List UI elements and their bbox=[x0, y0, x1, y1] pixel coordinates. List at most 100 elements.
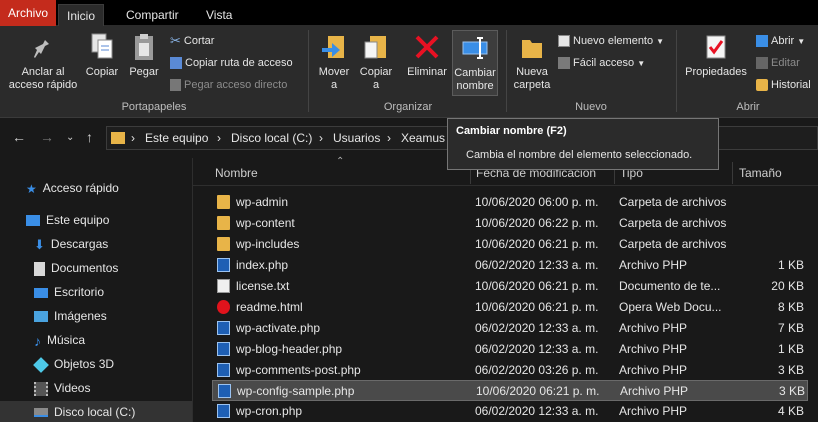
forward-arrow-icon[interactable]: → bbox=[40, 129, 54, 145]
navigation-pane: ★ Acceso rápido Este equipo ⬇ Descargas Do… bbox=[0, 158, 193, 422]
edit-button[interactable]: Editar bbox=[756, 54, 800, 72]
nav-label: Documentos bbox=[51, 261, 119, 275]
move-to-label: Mover a bbox=[318, 66, 350, 91]
file-row[interactable]: wp-admin 10/06/2020 06:00 p. m. Carpeta … bbox=[212, 192, 808, 213]
file-date: 06/02/2020 03:26 p. m. bbox=[475, 363, 599, 377]
file-name: wp-cron.php bbox=[236, 404, 303, 418]
file-row[interactable]: index.php 06/02/2020 12:33 a. m. Archivo… bbox=[212, 255, 808, 276]
easy-access-label: Fácil acceso bbox=[573, 57, 635, 69]
file-row[interactable]: wp-includes 10/06/2020 06:21 p. m. Carpe… bbox=[212, 234, 808, 255]
file-size: 3 KB bbox=[777, 363, 804, 377]
nav-item-disco-local[interactable]: Disco local (C:) bbox=[0, 401, 192, 422]
file-row[interactable]: wp-cron.php 06/02/2020 12:33 a. m. Archi… bbox=[212, 401, 808, 422]
column-divider[interactable] bbox=[732, 162, 733, 184]
ribbon-divider bbox=[308, 30, 309, 112]
new-item-icon bbox=[558, 35, 570, 48]
php-file-icon bbox=[217, 363, 230, 377]
tab-inicio[interactable]: Inicio bbox=[58, 4, 105, 26]
nav-item-documentos[interactable]: Documentos bbox=[34, 257, 118, 279]
nav-item-este-equipo[interactable]: Este equipo bbox=[26, 209, 109, 231]
cube-icon bbox=[33, 356, 49, 373]
file-date: 06/02/2020 12:33 a. m. bbox=[475, 342, 599, 356]
breadcrumb-este-equipo[interactable]: Este equipo bbox=[145, 131, 208, 145]
edit-label: Editar bbox=[771, 57, 800, 69]
file-type: Archivo PHP bbox=[619, 258, 688, 272]
ribbon-tabs: Archivo Inicio Compartir Vista bbox=[0, 0, 818, 26]
open-button[interactable]: Abrir ▼ bbox=[756, 32, 805, 50]
new-item-button[interactable]: Nuevo elemento ▼ bbox=[558, 32, 664, 50]
nav-item-escritorio[interactable]: Escritorio bbox=[34, 281, 104, 303]
tooltip-title: Cambiar nombre (F2) bbox=[456, 125, 567, 137]
file-row[interactable]: wp-blog-header.php 06/02/2020 12:33 a. m… bbox=[212, 339, 808, 360]
paste-label: Pegar bbox=[129, 66, 159, 78]
tab-compartir[interactable]: Compartir bbox=[118, 4, 187, 26]
breadcrumb-usuarios[interactable]: Usuarios bbox=[333, 131, 380, 145]
tab-vista[interactable]: Vista bbox=[198, 4, 240, 26]
tab-archivo[interactable]: Archivo bbox=[0, 0, 57, 26]
file-row[interactable]: license.txt 10/06/2020 06:21 p. m. Docum… bbox=[212, 276, 808, 297]
paste-button[interactable]: Pegar bbox=[126, 32, 162, 79]
edit-icon bbox=[756, 57, 768, 70]
file-row-selected[interactable]: wp-config-sample.php 10/06/2020 06:21 p.… bbox=[212, 380, 808, 401]
breadcrumb-separator-icon[interactable]: › bbox=[319, 131, 323, 145]
file-type: Opera Web Docu... bbox=[619, 300, 722, 314]
properties-icon bbox=[706, 35, 726, 59]
file-date: 10/06/2020 06:00 p. m. bbox=[475, 195, 599, 209]
properties-button[interactable]: Propiedades bbox=[682, 32, 750, 79]
file-date: 10/06/2020 06:22 p. m. bbox=[475, 216, 599, 230]
history-button[interactable]: Historial bbox=[756, 76, 811, 94]
nav-item-descargas[interactable]: ⬇ Descargas bbox=[34, 233, 108, 255]
file-size: 1 KB bbox=[777, 342, 804, 356]
nav-item-acceso-rapido[interactable]: ★ Acceso rápido bbox=[26, 177, 119, 199]
column-header-name[interactable]: Nombre bbox=[215, 166, 258, 180]
copy-to-button[interactable]: Copiar a bbox=[358, 32, 394, 92]
file-date: 06/02/2020 12:33 a. m. bbox=[475, 404, 599, 418]
column-header-size[interactable]: Tamaño bbox=[739, 166, 782, 180]
breadcrumb-xeamus[interactable]: Xeamus bbox=[401, 131, 445, 145]
rename-icon bbox=[462, 37, 488, 59]
pin-quick-access-button[interactable]: Anclar al acceso rápido bbox=[4, 32, 82, 92]
file-date: 06/02/2020 12:33 a. m. bbox=[475, 258, 599, 272]
copy-button[interactable]: Copiar bbox=[84, 32, 120, 79]
cut-button[interactable]: ✂ Cortar bbox=[170, 32, 214, 50]
breadcrumb-disco-local[interactable]: Disco local (C:) bbox=[231, 131, 312, 145]
nav-item-musica[interactable]: ♪ Música bbox=[34, 329, 85, 351]
new-folder-button[interactable]: Nueva carpeta bbox=[510, 32, 554, 92]
easy-access-button[interactable]: Fácil acceso ▼ bbox=[558, 54, 645, 72]
nav-item-imagenes[interactable]: Imágenes bbox=[34, 305, 107, 327]
copy-path-button[interactable]: Copiar ruta de acceso bbox=[170, 54, 293, 72]
music-icon: ♪ bbox=[34, 332, 41, 349]
recent-locations-chevron-icon[interactable]: ⌄ bbox=[66, 132, 74, 143]
file-size: 8 KB bbox=[777, 300, 804, 314]
file-date: 10/06/2020 06:21 p. m. bbox=[476, 384, 600, 398]
rename-label: Cambiar nombre bbox=[454, 67, 496, 92]
file-name: index.php bbox=[236, 258, 289, 272]
breadcrumb-separator-icon[interactable]: › bbox=[387, 131, 391, 145]
file-date: 10/06/2020 06:21 p. m. bbox=[475, 237, 599, 251]
breadcrumb-separator-icon[interactable]: › bbox=[217, 131, 221, 145]
nav-item-objetos-3d[interactable]: Objetos 3D bbox=[33, 353, 115, 375]
open-dropdown-icon: ▼ bbox=[797, 37, 806, 46]
paste-shortcut-button[interactable]: Pegar acceso directo bbox=[170, 76, 287, 94]
folder-icon bbox=[217, 237, 230, 251]
copy-path-icon bbox=[170, 57, 182, 70]
new-folder-icon bbox=[522, 40, 542, 58]
file-row[interactable]: readme.html 10/06/2020 06:21 p. m. Opera… bbox=[212, 297, 808, 318]
file-name: wp-config-sample.php bbox=[237, 384, 355, 398]
file-row[interactable]: wp-activate.php 06/02/2020 12:33 a. m. A… bbox=[212, 318, 808, 339]
rename-button[interactable]: Cambiar nombre bbox=[452, 30, 498, 96]
address-folder-icon bbox=[111, 132, 125, 144]
file-row[interactable]: wp-content 10/06/2020 06:22 p. m. Carpet… bbox=[212, 213, 808, 234]
back-arrow-icon[interactable]: ← bbox=[12, 129, 26, 145]
file-name: wp-blog-header.php bbox=[236, 342, 343, 356]
up-arrow-icon[interactable]: ↑ bbox=[86, 129, 93, 145]
nav-item-videos[interactable]: Videos bbox=[34, 377, 90, 399]
ribbon-divider bbox=[506, 30, 507, 112]
file-row[interactable]: wp-comments-post.php 06/02/2020 03:26 p.… bbox=[212, 360, 808, 381]
breadcrumb-separator-icon[interactable]: › bbox=[131, 131, 135, 145]
move-to-button[interactable]: Mover a bbox=[316, 32, 352, 92]
delete-button[interactable]: Eliminar bbox=[404, 32, 450, 79]
nav-label: Objetos 3D bbox=[54, 357, 115, 371]
new-folder-label: Nueva carpeta bbox=[513, 66, 551, 91]
group-label-portapapeles: Portapapeles bbox=[121, 101, 187, 113]
